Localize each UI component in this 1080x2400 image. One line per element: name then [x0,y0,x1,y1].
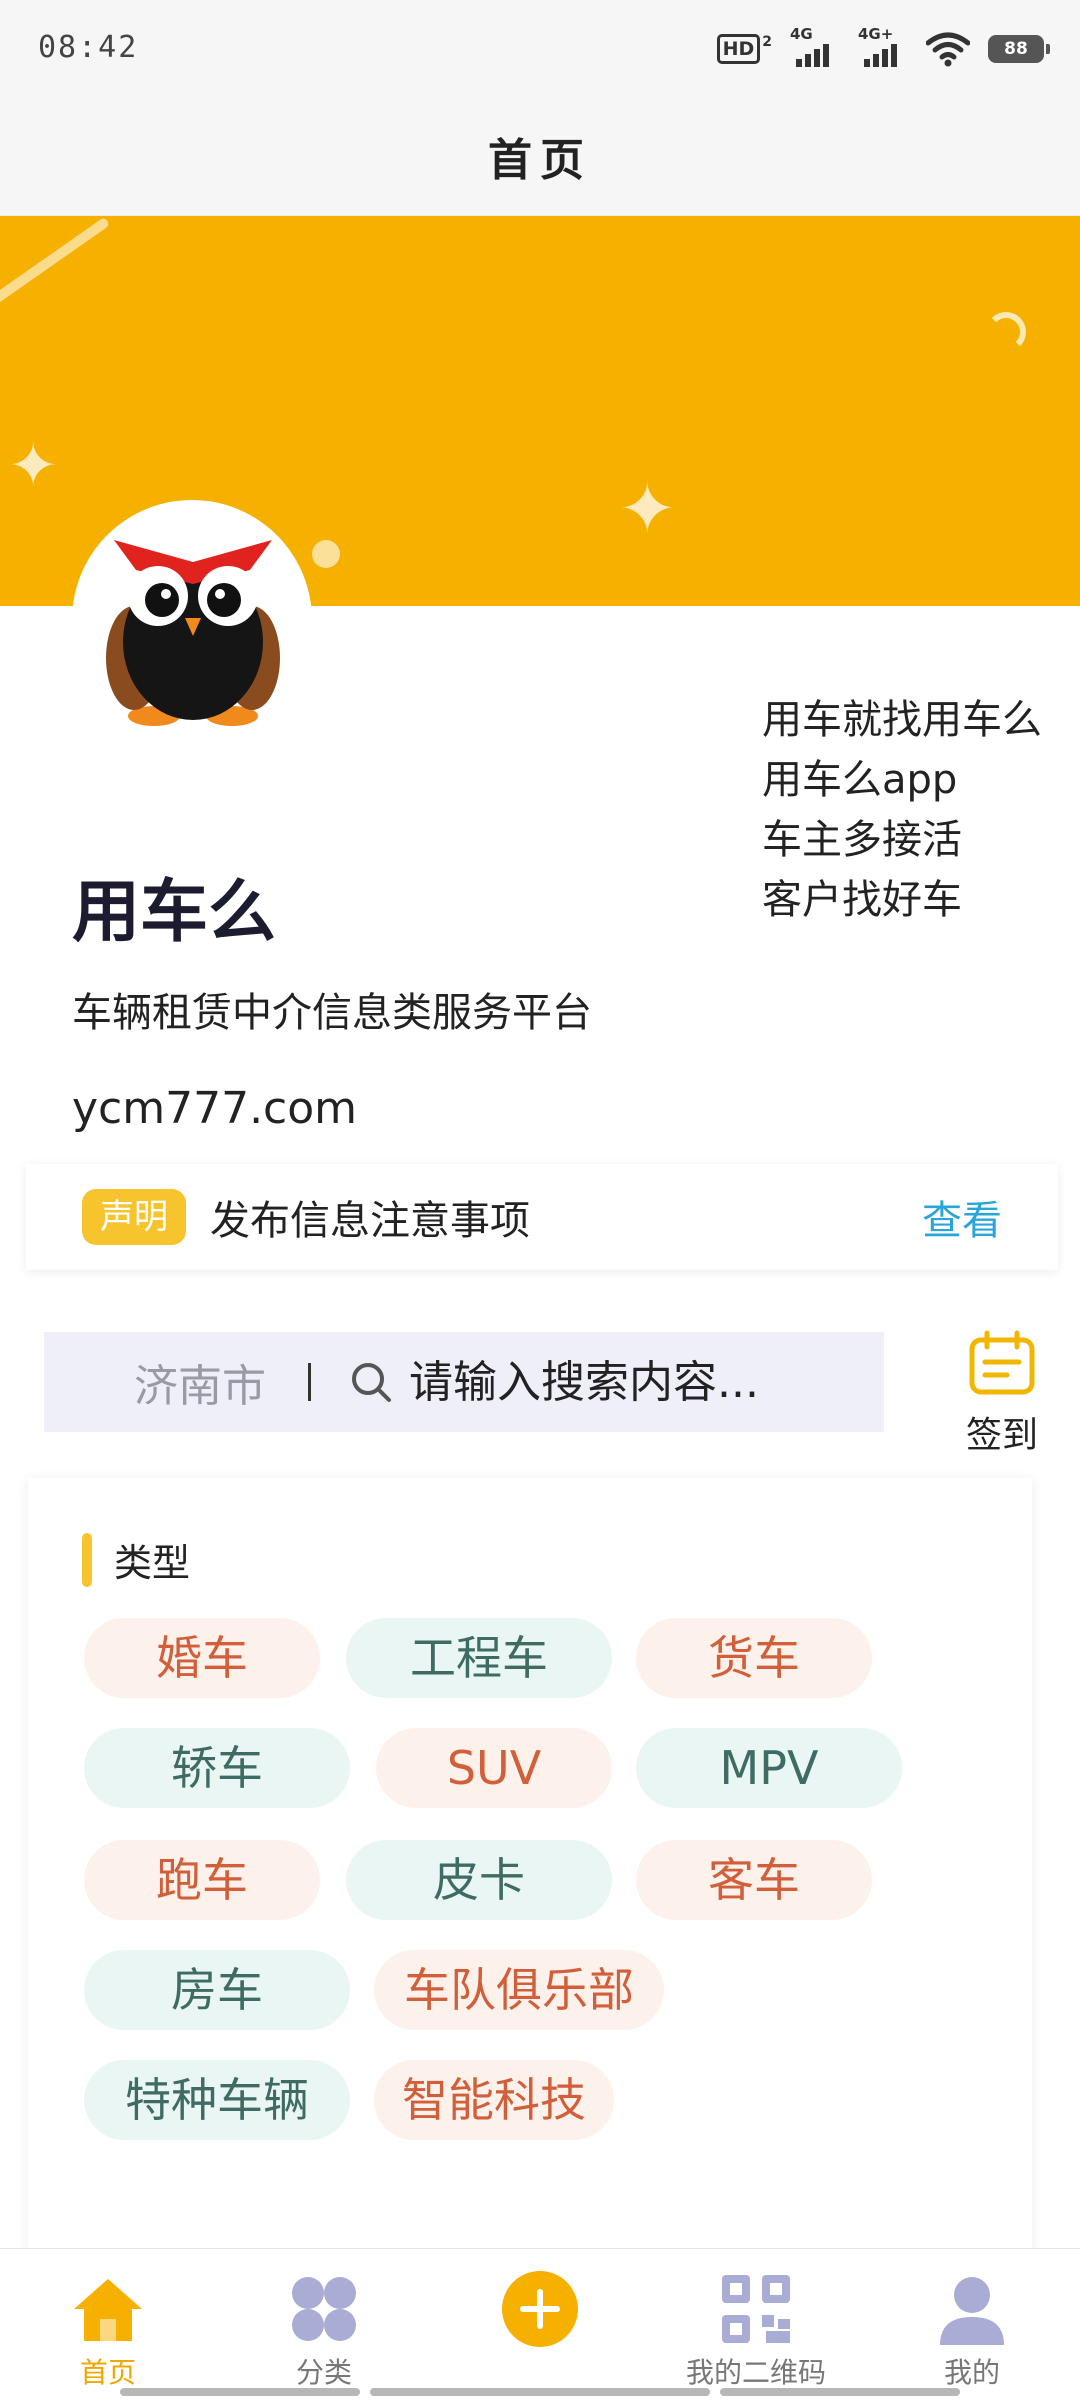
app-screen: 08:42 HD 2 4G 4G+ 88 首页 ✦ ✦ 用车就找用车么 用车么a… [0,0,1080,2400]
nav-label-category: 分类 [295,2356,352,2389]
status-time: 08:42 [38,30,139,65]
type-tag-special-vehicle[interactable]: 特种车辆 [84,2060,350,2140]
slogan-line: 车主多接活 [762,817,962,863]
category-icon [292,2277,356,2341]
type-section-title: 类型 [114,1541,191,1585]
gesture-bar [720,2388,960,2396]
status-bar: 08:42 HD 2 4G 4G+ 88 [0,0,1080,96]
type-tag-sports-car[interactable]: 跑车 [84,1840,320,1920]
bottom-nav: 首页 分类 我的二维码 我的 [0,2248,1080,2400]
checkin-label: 签到 [965,1415,1038,1456]
nav-item-qrcode[interactable]: 我的二维码 [656,2249,856,2400]
nav-label-mine: 我的 [943,2356,1000,2389]
type-tag-sedan[interactable]: 轿车 [84,1728,350,1808]
sim1-label: 4G [790,25,813,43]
slogan-line: 用车么app [762,757,958,803]
type-tag-mpv[interactable]: MPV [636,1728,902,1808]
nav-label-qrcode: 我的二维码 [685,2356,826,2389]
nav-label-home: 首页 [79,2356,136,2389]
checkin-button[interactable]: 签到 [952,1330,1052,1458]
brand-url[interactable]: ycm777.com [72,1083,357,1134]
slogan-line: 客户找好车 [762,877,962,923]
notice-text: 发布信息注意事项 [210,1198,530,1244]
type-tag-suv[interactable]: SUV [376,1728,612,1808]
brand-description: 车辆租赁中介信息类服务平台 [72,990,592,1036]
type-section-header: 类型 [82,1532,190,1587]
slogan-line: 用车就找用车么 [762,697,1042,743]
sparkle-icon: ✦ [618,468,677,550]
gesture-bar [370,2388,710,2396]
notice-badge: 声明 [82,1189,186,1245]
type-tag-truck[interactable]: 货车 [636,1618,872,1698]
wifi-icon [926,32,970,67]
banner-dot-decoration [312,540,340,568]
calendar-icon [969,1330,1035,1395]
type-tag-bus[interactable]: 客车 [636,1840,872,1920]
sim2-label: 4G+ [858,25,894,43]
page-title: 首页 [488,135,592,186]
hd-label: HD [716,34,761,64]
type-tag-rv[interactable]: 房车 [84,1950,350,2030]
notice-view-link[interactable]: 查看 [922,1188,1002,1246]
search-input[interactable] [409,1356,829,1408]
nav-item-publish[interactable] [440,2249,640,2400]
slogan-list: 用车就找用车么 用车么app 车主多接活 客户找好车 [762,690,1042,930]
search-icon [352,1363,391,1402]
type-tag-smart-tech[interactable]: 智能科技 [374,2060,614,2140]
nav-item-home[interactable]: 首页 [8,2249,208,2400]
title-bar: 首页 [0,96,1080,216]
qr-code-icon [722,2275,790,2343]
avatar[interactable] [72,500,312,740]
vehicle-type-card: 类型 婚车 工程车 货车 轿车 SUV MPV 跑车 皮卡 客车 房车 车队俱乐… [28,1478,1032,2258]
signal-icon-sim1: 4G [790,25,840,69]
user-icon [940,2277,1004,2345]
brand-name: 用车么 [72,873,277,952]
type-tag-pickup[interactable]: 皮卡 [346,1840,612,1920]
city-selector[interactable]: 济南市 [134,1350,266,1414]
owl-logo-icon [106,540,280,726]
nav-item-mine[interactable]: 我的 [872,2249,1072,2400]
gesture-bar [120,2388,360,2396]
banner-streak-decoration [0,216,111,306]
add-icon [502,2271,578,2347]
type-tag-engineering-vehicle[interactable]: 工程车 [346,1618,612,1698]
type-tag-wedding-car[interactable]: 婚车 [84,1618,320,1698]
notice-bar[interactable]: 声明 发布信息注意事项 查看 [26,1164,1058,1270]
search-divider [308,1363,311,1401]
section-accent-bar [82,1532,92,1587]
hd-icon: HD 2 [716,34,772,64]
nav-item-category[interactable]: 分类 [224,2249,424,2400]
banner-ring-decoration [986,312,1026,352]
type-tag-fleet-club[interactable]: 车队俱乐部 [374,1950,664,2030]
home-icon [74,2279,142,2341]
hd-sub: 2 [762,34,772,50]
status-icons: HD 2 4G 4G+ 88 [716,25,1050,72]
sparkle-icon: ✦ [8,431,59,501]
battery-icon: 88 [988,35,1050,63]
signal-icon-sim2: 4G+ [858,25,908,69]
search-bar: 济南市 [44,1332,884,1432]
